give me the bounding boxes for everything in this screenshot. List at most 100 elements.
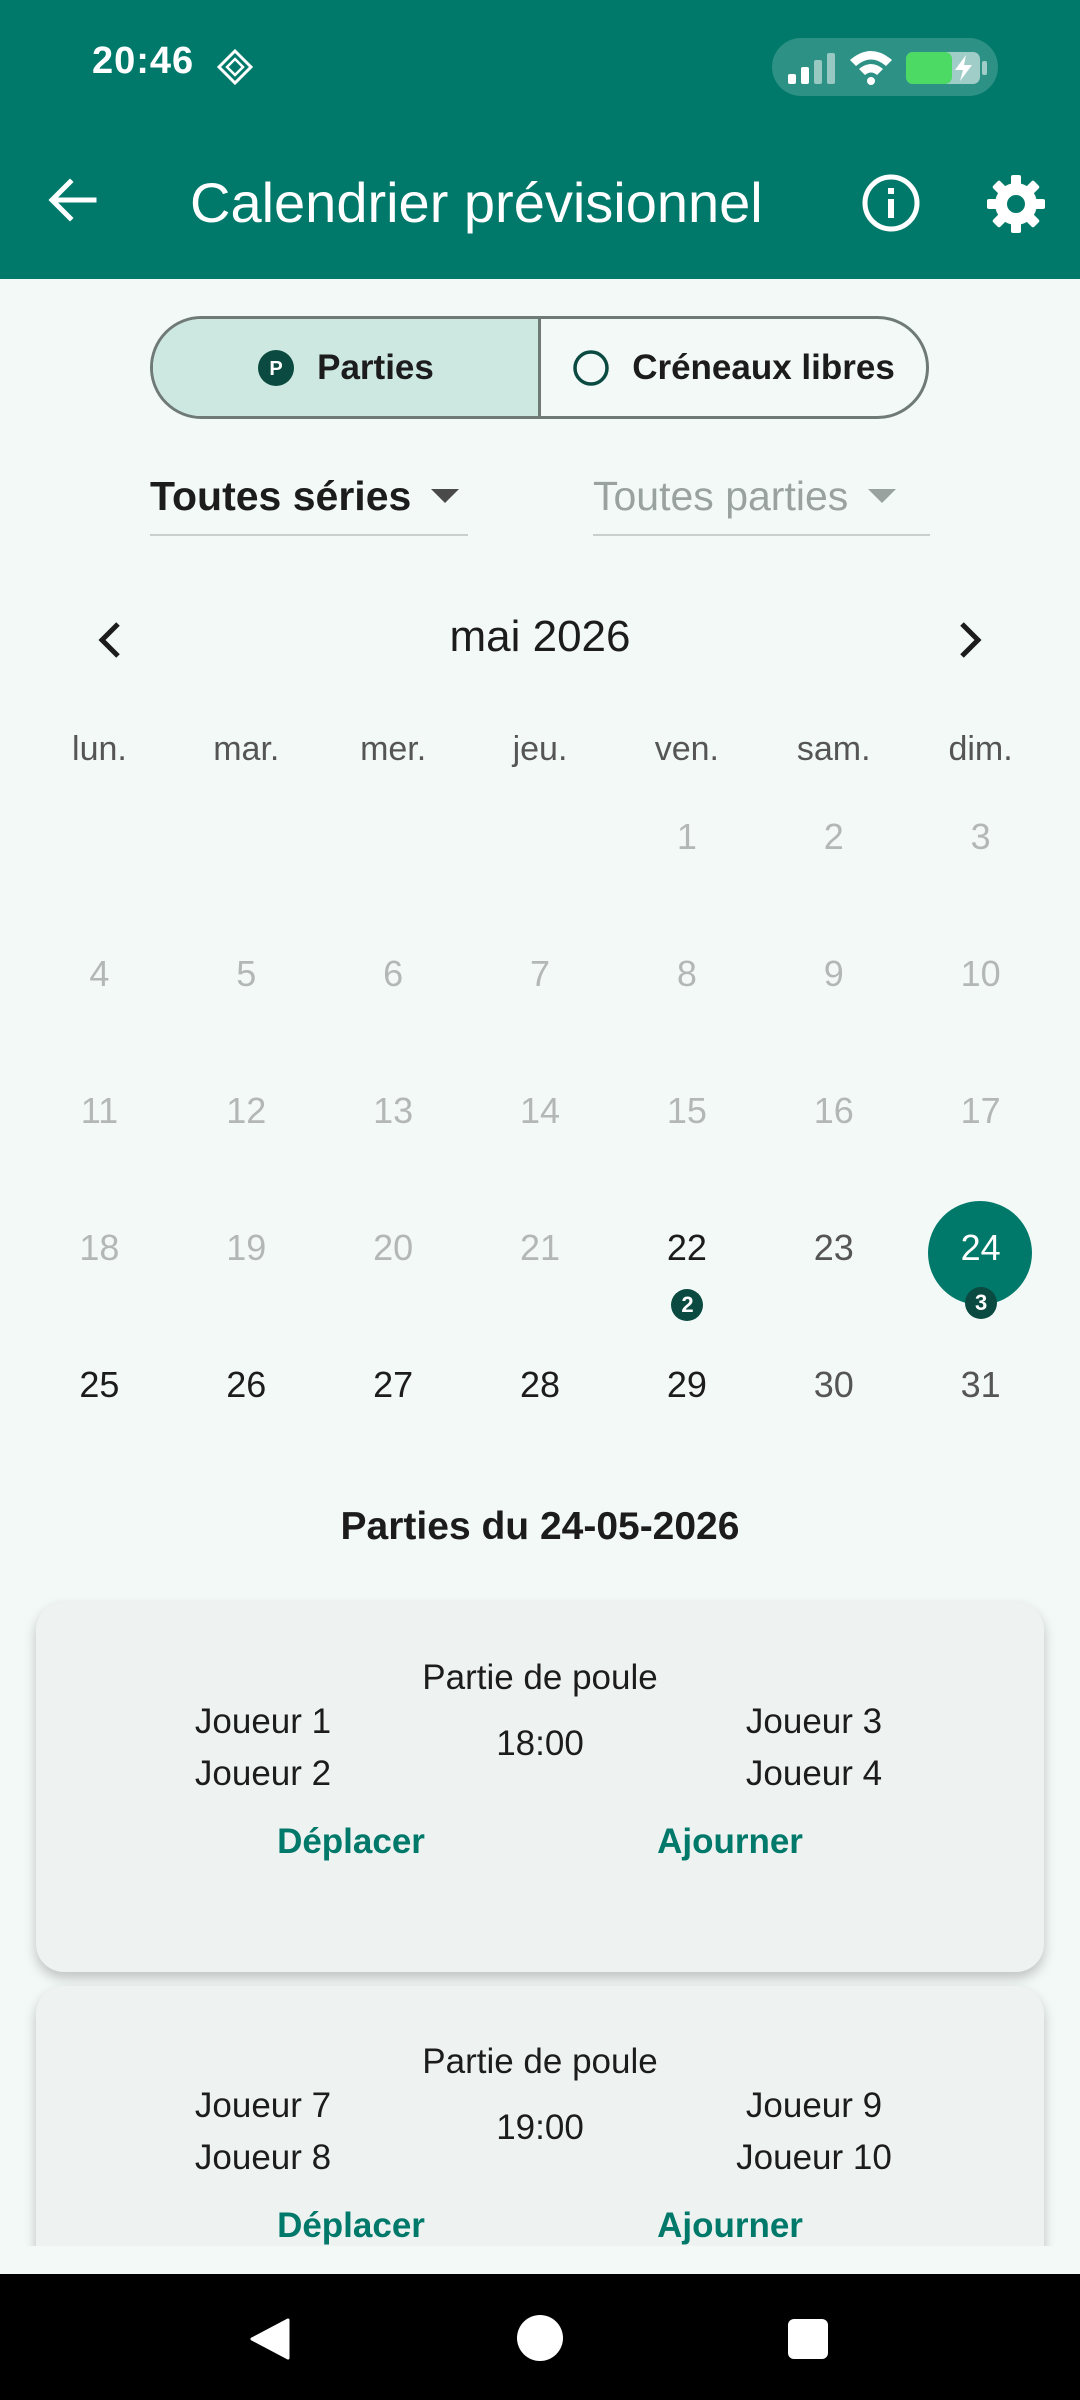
day-number: 11 bbox=[80, 1090, 119, 1131]
calendar-day: 6 bbox=[320, 927, 467, 1064]
series-dropdown[interactable]: Toutes séries bbox=[150, 458, 468, 536]
day-number: 9 bbox=[823, 953, 844, 994]
calendar-day: 9 bbox=[760, 927, 907, 1064]
dropdown-arrow-icon bbox=[431, 489, 460, 503]
calendar-day-selected[interactable]: 24 3 bbox=[907, 1201, 1054, 1338]
move-button[interactable]: Déplacer bbox=[221, 2206, 481, 2246]
team-left: Joueur 7 Joueur 8 bbox=[113, 2080, 413, 2184]
day-number: 21 bbox=[519, 1227, 561, 1268]
page-title: Calendrier prévisionnel bbox=[190, 171, 763, 234]
day-number: 18 bbox=[79, 1227, 120, 1268]
calendar-day: 10 bbox=[907, 927, 1054, 1064]
parties-p-icon: P bbox=[258, 349, 295, 386]
toggle-parties[interactable]: P Parties bbox=[153, 319, 541, 416]
view-toggle: P Parties Créneaux libres bbox=[150, 316, 929, 419]
postpone-button[interactable]: Ajourner bbox=[600, 2206, 860, 2246]
status-time: 20:46 bbox=[92, 40, 195, 82]
match-time: 18:00 bbox=[496, 1724, 584, 1763]
day-number: 14 bbox=[519, 1090, 561, 1131]
calendar-day bbox=[467, 790, 614, 927]
day-number: 10 bbox=[960, 953, 1001, 994]
dropdown-arrow-icon bbox=[868, 489, 897, 503]
day-number: 6 bbox=[383, 953, 404, 994]
weekday-label: lun. bbox=[72, 730, 127, 768]
calendar-day bbox=[173, 790, 320, 927]
day-number: 2 bbox=[823, 816, 844, 857]
player-name: Joueur 1 bbox=[194, 1702, 332, 1741]
day-number: 15 bbox=[666, 1090, 707, 1131]
move-button[interactable]: Déplacer bbox=[221, 1822, 481, 1862]
calendar-day[interactable]: 26 bbox=[173, 1338, 320, 1475]
calendar-day: 15 bbox=[613, 1064, 760, 1201]
calendar-day bbox=[320, 790, 467, 927]
weekday-header: lun. mar. mer. jeu. ven. sam. dim. bbox=[26, 730, 1054, 769]
calendar-day: 21 bbox=[467, 1201, 614, 1338]
calendar-week: 11 12 13 14 15 16 17 bbox=[26, 1064, 1054, 1201]
calendar-day: 7 bbox=[467, 927, 614, 1064]
calendar-day: 11 bbox=[26, 1064, 173, 1201]
month-title: mai 2026 bbox=[449, 612, 631, 661]
calendar-day: 18 bbox=[26, 1201, 173, 1338]
day-number: 13 bbox=[373, 1090, 414, 1131]
status-indicators bbox=[772, 38, 998, 96]
calendar-day-22[interactable]: 22 2 bbox=[613, 1201, 760, 1338]
weekday-label: sam. bbox=[796, 730, 871, 768]
calendar-week: 18 19 20 21 22 2 23 24 3 bbox=[26, 1201, 1054, 1338]
calendar-day: 1 bbox=[613, 790, 760, 927]
back-arrow-icon[interactable] bbox=[42, 170, 102, 230]
day-number: 3 bbox=[970, 816, 991, 857]
parties-dropdown-label: Toutes parties bbox=[593, 472, 849, 519]
day-number: 4 bbox=[89, 953, 110, 994]
match-title: Partie de poule bbox=[422, 2042, 658, 2081]
calendar-day: 14 bbox=[467, 1064, 614, 1201]
calendar-day[interactable]: 28 bbox=[467, 1338, 614, 1475]
previous-month-chevron-icon[interactable] bbox=[88, 612, 132, 668]
svg-text:P: P bbox=[269, 358, 282, 380]
toggle-creneaux-label: Créneaux libres bbox=[632, 347, 895, 387]
calendar-day: 2 bbox=[760, 790, 907, 927]
day-number: 23 bbox=[813, 1227, 854, 1268]
next-month-chevron-icon[interactable] bbox=[948, 612, 992, 668]
match-card: Partie de poule Joueur 1 Joueur 2 18:00 … bbox=[36, 1602, 1044, 1972]
calendar-day[interactable]: 30 bbox=[760, 1338, 907, 1475]
weekday-label: jeu. bbox=[512, 730, 568, 768]
postpone-button[interactable]: Ajourner bbox=[600, 1822, 860, 1862]
parties-dropdown[interactable]: Toutes parties bbox=[593, 458, 930, 536]
signal-icon bbox=[788, 53, 835, 84]
calendar-day: 3 bbox=[907, 790, 1054, 927]
player-name: Joueur 2 bbox=[194, 1754, 332, 1793]
match-count-badge: 2 bbox=[671, 1289, 704, 1321]
notification-diamond-icon bbox=[216, 48, 254, 86]
day-number: 12 bbox=[226, 1090, 267, 1131]
calendar-day[interactable]: 27 bbox=[320, 1338, 467, 1475]
player-name: Joueur 9 bbox=[745, 2086, 883, 2125]
info-icon[interactable] bbox=[860, 172, 922, 234]
player-name: Joueur 7 bbox=[194, 2086, 332, 2125]
day-number: 27 bbox=[373, 1364, 414, 1405]
calendar-day: 5 bbox=[173, 927, 320, 1064]
calendar-day[interactable]: 29 bbox=[613, 1338, 760, 1475]
team-right: Joueur 9 Joueur 10 bbox=[664, 2080, 964, 2184]
section-title: Parties du 24-05-2026 bbox=[340, 1505, 740, 1548]
app-header: 20:46 Calendrier prévisionnel bbox=[0, 0, 1080, 279]
player-name: Joueur 3 bbox=[745, 1702, 883, 1741]
day-number: 5 bbox=[236, 953, 257, 994]
calendar-day-23[interactable]: 23 bbox=[760, 1201, 907, 1338]
player-name: Joueur 8 bbox=[194, 2138, 332, 2177]
nav-recents-icon[interactable] bbox=[788, 2319, 828, 2359]
nav-home-icon[interactable] bbox=[517, 2315, 563, 2361]
calendar-day: 8 bbox=[613, 927, 760, 1064]
calendar-week: 25 26 27 28 29 30 31 bbox=[26, 1338, 1054, 1475]
day-number: 24 bbox=[960, 1227, 1001, 1268]
settings-gear-icon[interactable] bbox=[984, 172, 1048, 236]
day-number: 25 bbox=[79, 1364, 120, 1405]
calendar-day[interactable]: 31 bbox=[907, 1338, 1054, 1475]
toggle-creneaux[interactable]: Créneaux libres bbox=[541, 319, 926, 416]
calendar-day[interactable]: 25 bbox=[26, 1338, 173, 1475]
calendar-day: 20 bbox=[320, 1201, 467, 1338]
calendar-day: 4 bbox=[26, 927, 173, 1064]
match-title: Partie de poule bbox=[422, 1658, 658, 1697]
nav-back-icon[interactable] bbox=[248, 2316, 294, 2362]
wifi-icon bbox=[850, 51, 892, 85]
day-number: 30 bbox=[813, 1364, 854, 1405]
